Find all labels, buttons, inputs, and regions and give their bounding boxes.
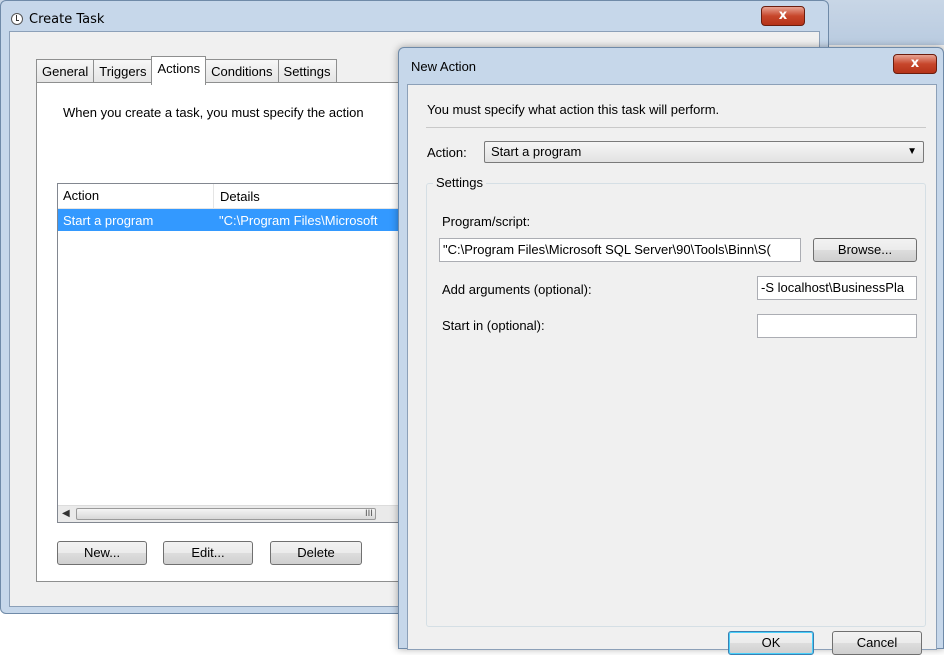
tab-general[interactable]: General: [36, 59, 95, 84]
tab-actions[interactable]: Actions: [151, 56, 207, 85]
dialog-close-button[interactable]: x: [893, 54, 937, 74]
edit-button-label: Edit...: [191, 545, 225, 560]
column-header-details[interactable]: Details: [214, 189, 260, 204]
ok-button-label: OK: [761, 635, 781, 650]
browse-button[interactable]: Browse...: [813, 238, 917, 262]
ok-button[interactable]: OK: [728, 631, 814, 655]
column-header-action[interactable]: Action: [58, 184, 214, 208]
cancel-button-label: Cancel: [856, 635, 898, 650]
instruction-text: You must specify what action this task w…: [427, 102, 720, 117]
row-action: Start a program: [63, 212, 154, 228]
new-action-dialog: New Action x You must specify what actio…: [398, 47, 944, 655]
tab-triggers[interactable]: Triggers: [93, 59, 153, 84]
start-in-input[interactable]: [757, 314, 917, 338]
edit-button[interactable]: Edit...: [163, 541, 253, 565]
scroll-left-icon[interactable]: ◀: [62, 508, 70, 519]
window-title: Create Task: [29, 11, 105, 27]
dialog-client: You must specify what action this task w…: [407, 84, 937, 655]
tab-settings[interactable]: Settings: [277, 59, 337, 84]
scroll-thumb[interactable]: III: [76, 508, 376, 520]
arguments-label: Add arguments (optional):: [442, 282, 592, 297]
dialog-title: New Action: [411, 59, 477, 74]
action-dropdown[interactable]: Start a program ▼: [484, 141, 924, 163]
clock-icon: [11, 13, 23, 25]
title-bar: Create Task: [11, 9, 104, 29]
actions-description: When you create a task, you must specify…: [63, 105, 364, 120]
tab-conditions[interactable]: Conditions: [205, 59, 279, 84]
program-script-label: Program/script:: [442, 214, 531, 229]
scroll-grip: III: [365, 509, 373, 519]
new-button[interactable]: New...: [57, 541, 147, 565]
program-script-input[interactable]: "C:\Program Files\Microsoft SQL Server\9…: [439, 238, 801, 262]
action-dropdown-value: Start a program: [491, 144, 582, 159]
row-details: "C:\Program Files\Microsoft: [219, 212, 378, 228]
action-label: Action:: [427, 145, 467, 160]
settings-group: Settings Program/script: "C:\Program Fil…: [426, 175, 926, 627]
tab-strip: General Triggers Actions Conditions Sett…: [36, 56, 337, 85]
settings-group-title: Settings: [433, 175, 486, 190]
arguments-input[interactable]: -S localhost\BusinessPla: [757, 276, 917, 300]
divider: [426, 127, 926, 128]
start-in-label: Start in (optional):: [442, 318, 545, 333]
browse-button-label: Browse...: [837, 242, 893, 257]
new-button-label: New...: [83, 545, 121, 560]
close-button[interactable]: x: [761, 6, 805, 26]
delete-button-label: Delete: [297, 545, 335, 560]
chevron-down-icon: ▼: [907, 146, 917, 157]
delete-button[interactable]: Delete: [270, 541, 362, 565]
cancel-button[interactable]: Cancel: [832, 631, 922, 655]
